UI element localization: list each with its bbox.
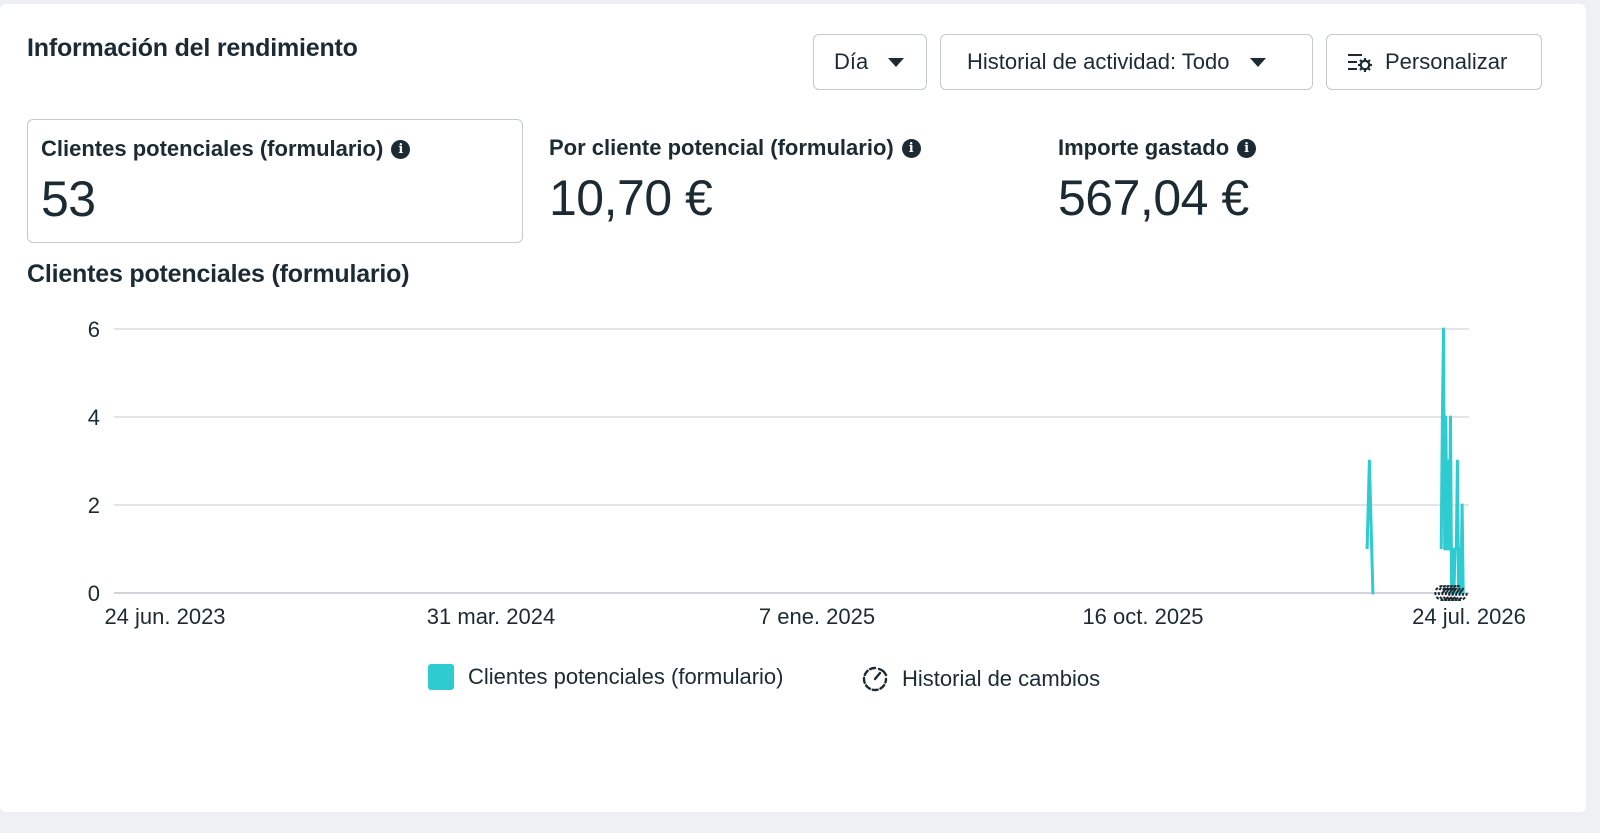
info-icon[interactable]: i bbox=[901, 138, 921, 158]
x-tick-label: 24 jun. 2023 bbox=[104, 604, 225, 629]
customize-settings-icon bbox=[1348, 54, 1372, 72]
caret-down-icon bbox=[888, 57, 905, 67]
customize-label: Personalizar bbox=[1385, 49, 1508, 74]
info-icon[interactable]: i bbox=[391, 139, 411, 159]
y-tick-label: 4 bbox=[88, 405, 100, 430]
y-tick-label: 6 bbox=[88, 317, 100, 342]
customize-button[interactable]: Personalizar bbox=[1326, 34, 1542, 90]
performance-panel: Información del rendimiento Día Historia… bbox=[0, 4, 1586, 812]
metric-label: Por cliente potencial (formulario) bbox=[549, 135, 894, 160]
legend-item-leads[interactable]: Clientes potenciales (formulario) bbox=[428, 664, 783, 690]
metric-value: 10,70 € bbox=[549, 170, 713, 226]
page-title: Información del rendimiento bbox=[27, 34, 358, 62]
x-tick-label: 24 jul. 2026 bbox=[1412, 604, 1526, 629]
x-tick-label: 31 mar. 2024 bbox=[427, 604, 555, 629]
metric-label: Clientes potenciales (formulario) bbox=[41, 136, 384, 161]
x-tick-label: 7 ene. 2025 bbox=[759, 604, 875, 629]
x-tick-label: 16 oct. 2025 bbox=[1082, 604, 1203, 629]
caret-down-icon bbox=[1249, 57, 1266, 67]
y-tick-label: 2 bbox=[88, 493, 100, 518]
legend-item-change-history[interactable]: Historial de cambios bbox=[860, 664, 1100, 694]
leads-line-chart: 0 2 4 6 24 jun. 2023 31 mar. 2024 7 ene. 2025 1… bbox=[88, 317, 1526, 629]
legend-label: Clientes potenciales (formulario) bbox=[468, 664, 784, 689]
change-history-icon bbox=[862, 666, 888, 692]
metric-card-leads[interactable]: Clientes potenciales (formulario) i 53 bbox=[27, 119, 523, 243]
metric-label: Importe gastado bbox=[1058, 135, 1230, 160]
metric-card-cost-per-lead[interactable]: Por cliente potencial (formulario) i 10,… bbox=[536, 119, 1016, 243]
metric-value: 53 bbox=[41, 171, 96, 227]
chart-title: Clientes potenciales (formulario) bbox=[27, 260, 410, 288]
series-line-leads bbox=[1439, 327, 1465, 595]
metric-value: 567,04 € bbox=[1058, 170, 1249, 226]
metric-label-row: Clientes potenciales (formulario) i bbox=[41, 136, 411, 162]
info-icon[interactable]: i bbox=[1237, 138, 1257, 158]
day-dropdown[interactable]: Día bbox=[813, 34, 927, 90]
metric-label-row: Por cliente potencial (formulario) i bbox=[549, 135, 921, 161]
legend-swatch bbox=[428, 664, 454, 690]
activity-history-label: Historial de actividad: Todo bbox=[967, 49, 1230, 74]
y-tick-label: 0 bbox=[88, 581, 100, 606]
activity-history-dropdown[interactable]: Historial de actividad: Todo bbox=[940, 34, 1313, 90]
day-dropdown-label: Día bbox=[834, 49, 869, 74]
metric-label-row: Importe gastado i bbox=[1058, 135, 1257, 161]
legend-label: Historial de cambios bbox=[902, 666, 1101, 691]
series-line-leads bbox=[1365, 459, 1375, 595]
metric-card-amount-spent[interactable]: Importe gastado i 567,04 € bbox=[1045, 119, 1525, 243]
